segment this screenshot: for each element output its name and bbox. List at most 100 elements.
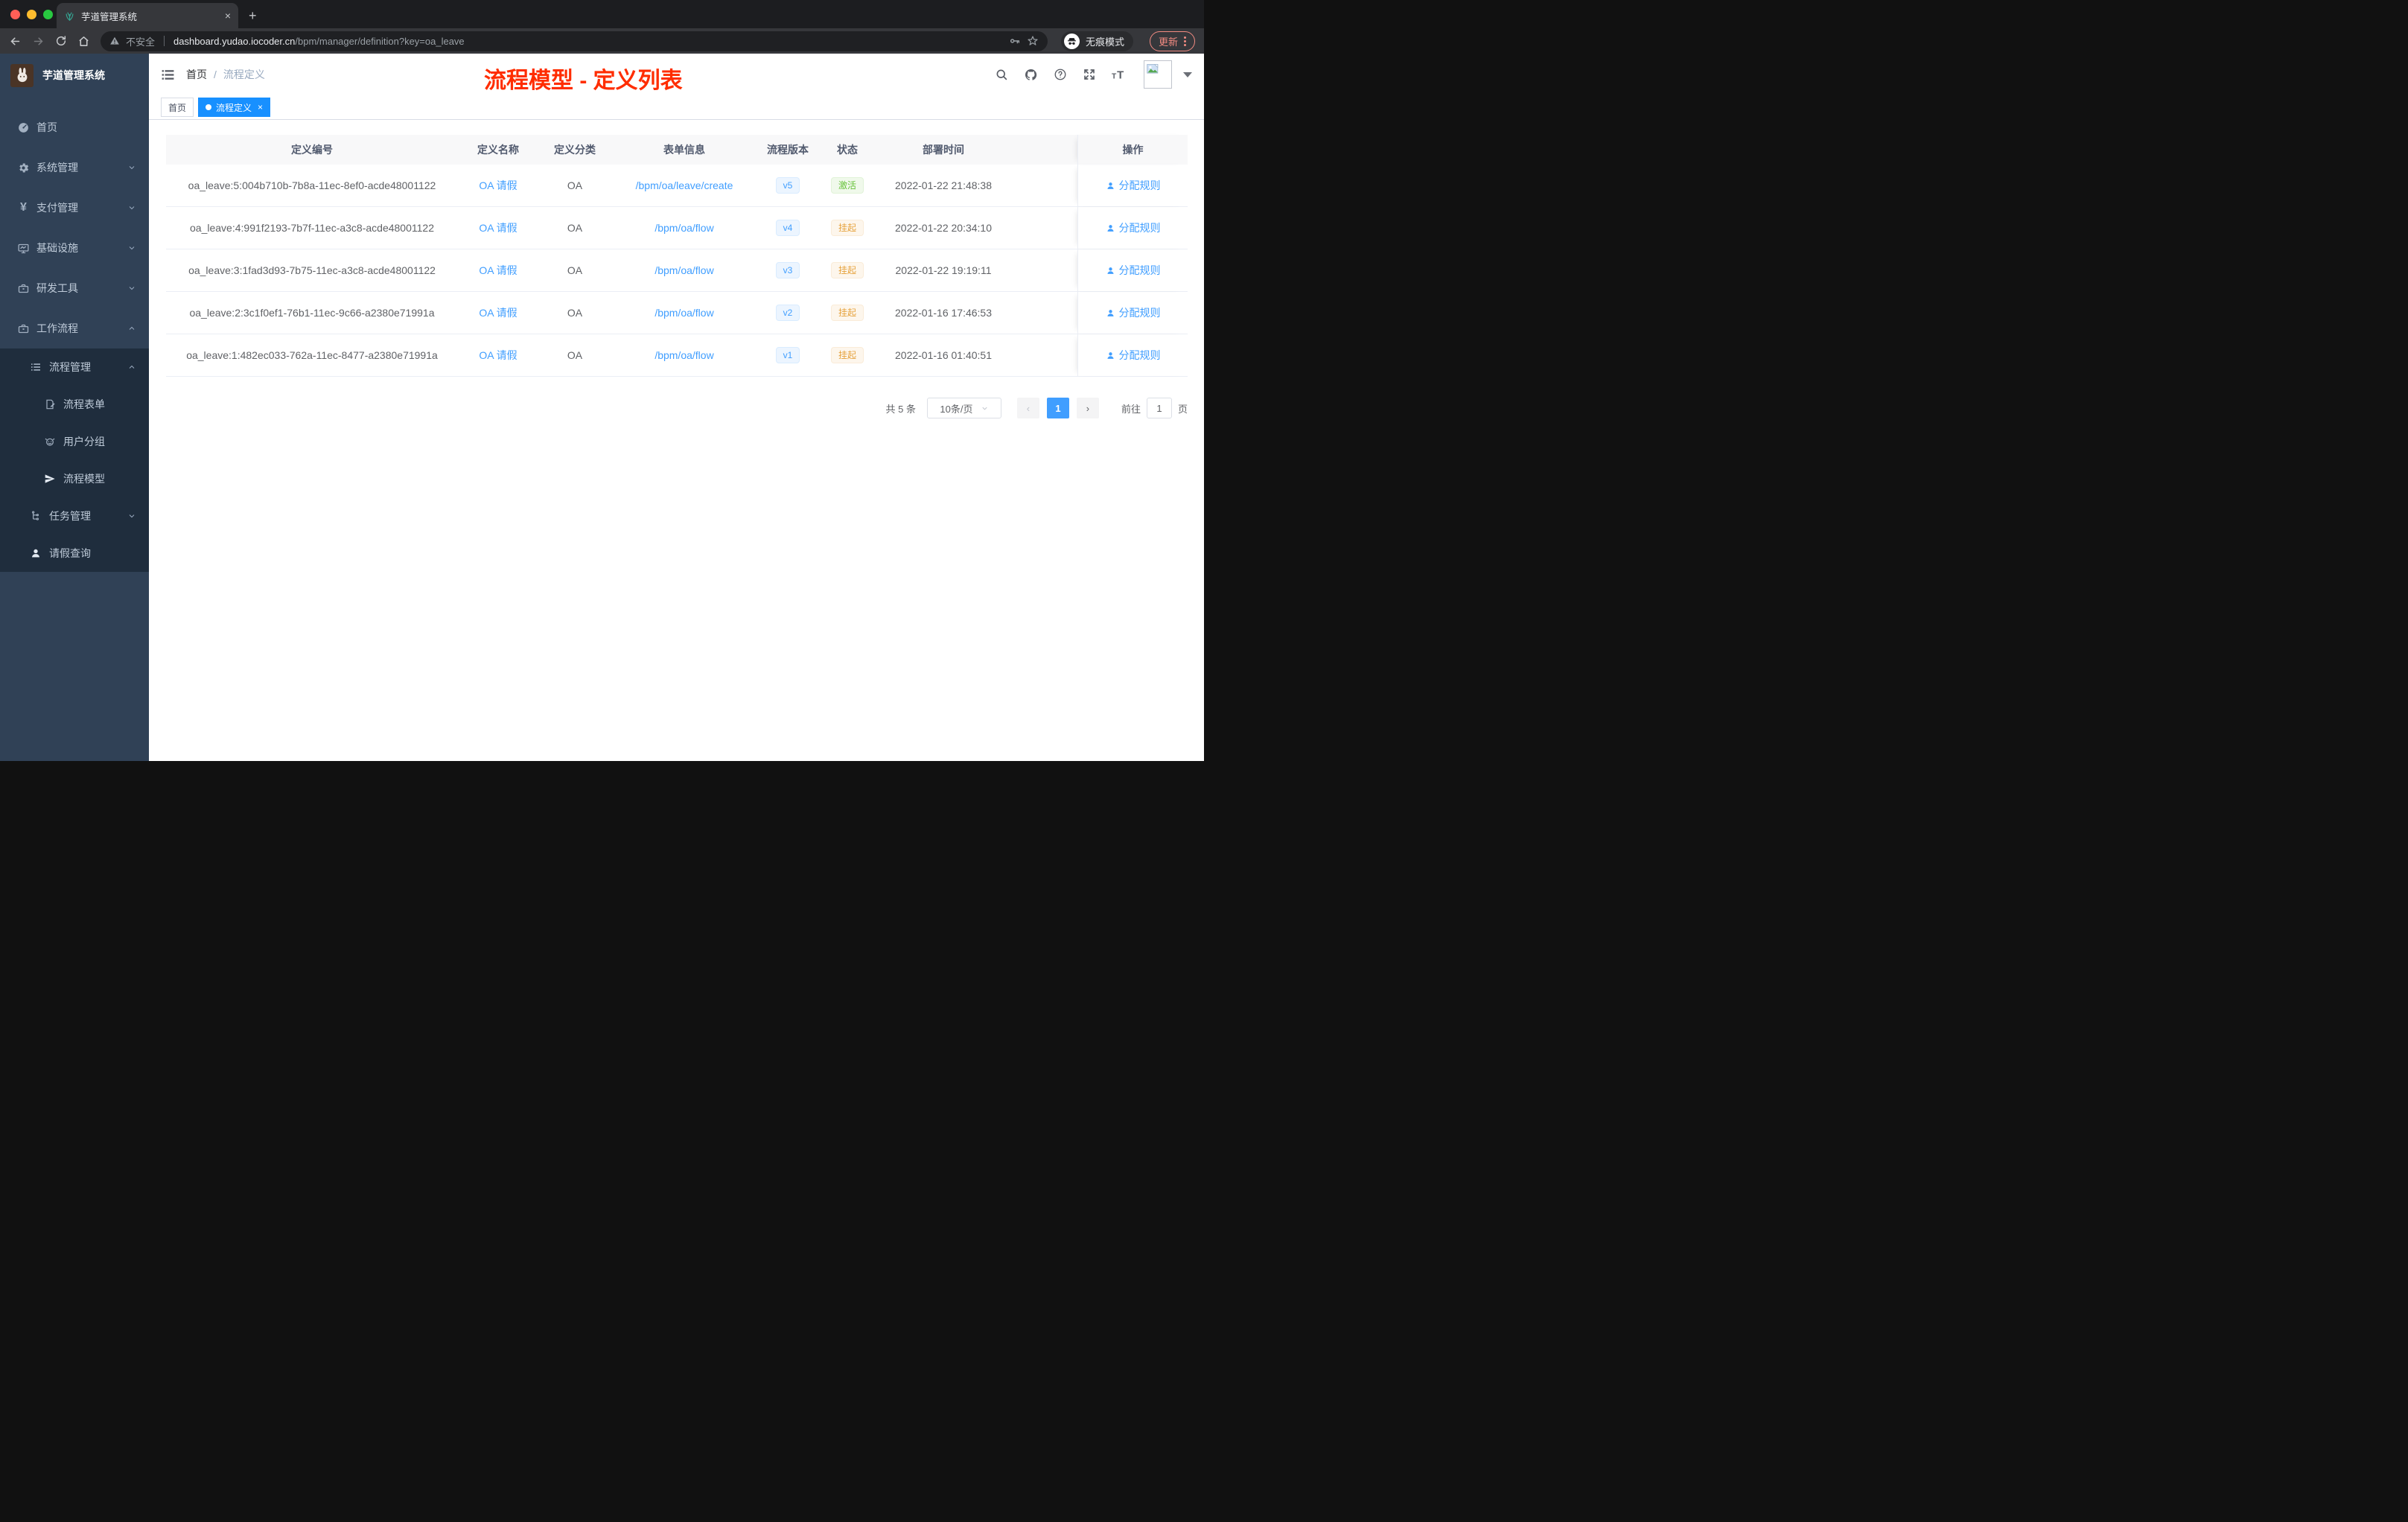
- sidebar-item-home[interactable]: 首页: [0, 107, 149, 147]
- prev-page-button[interactable]: ‹: [1016, 398, 1039, 418]
- sidebar-logo[interactable]: 芋道管理系统: [0, 54, 149, 97]
- incognito-badge: 无痕模式: [1060, 31, 1133, 51]
- gear-icon: [17, 162, 30, 174]
- tag-process-definition[interactable]: 流程定义 ×: [198, 98, 271, 117]
- sidebar-item-task-mgmt[interactable]: 任务管理: [0, 497, 149, 535]
- forward-icon[interactable]: [32, 35, 45, 48]
- reload-icon[interactable]: [55, 35, 67, 47]
- search-icon[interactable]: [995, 68, 1008, 81]
- address-bar[interactable]: 不安全 dashboard.yudao.iocoder.cn/bpm/manag…: [101, 31, 1048, 51]
- sidebar-item-label: 流程管理: [49, 361, 91, 373]
- caret-down-icon[interactable]: [1183, 71, 1192, 77]
- form-link[interactable]: /bpm/oa/flow: [654, 307, 713, 319]
- security-label[interactable]: 不安全: [126, 34, 155, 48]
- user-icon: [1106, 224, 1114, 232]
- text-size-icon[interactable]: TT: [1112, 68, 1128, 82]
- tag-home[interactable]: 首页: [161, 98, 194, 117]
- deploy-time: 2022-01-16 01:40:51: [895, 349, 992, 361]
- assign-rule-link[interactable]: 分配规则: [1106, 220, 1161, 235]
- table-row: oa_leave:4:991f2193-7b7f-11ec-a3c8-acde4…: [166, 207, 1188, 249]
- form-link[interactable]: /bpm/oa/flow: [654, 349, 713, 361]
- chevron-up-icon: [127, 363, 136, 372]
- sidebar-item-process-form[interactable]: 流程表单: [0, 386, 149, 423]
- user-icon: [1106, 309, 1114, 316]
- sidebar-item-system[interactable]: 系统管理: [0, 147, 149, 188]
- update-button[interactable]: 更新: [1149, 31, 1195, 51]
- page-size-select[interactable]: 10条/页: [926, 398, 1001, 418]
- yen-icon: ¥: [20, 201, 27, 214]
- url-host: dashboard.yudao.iocoder.cn: [173, 35, 296, 47]
- goto-page-input[interactable]: [1146, 398, 1172, 418]
- sidebar-menu: 首页 系统管理 ¥ 支付管理 基础设施 研发工具 工作流程 流程管理 流程表单 …: [0, 97, 149, 572]
- window-controls[interactable]: [10, 10, 53, 19]
- svg-text:T: T: [1117, 69, 1124, 82]
- assign-rule-link[interactable]: 分配规则: [1106, 263, 1161, 278]
- definition-id: oa_leave:1:482ec033-762a-11ec-8477-a2380…: [186, 349, 438, 361]
- sidebar-item-devtools[interactable]: 研发工具: [0, 268, 149, 308]
- close-window-button[interactable]: [10, 10, 20, 19]
- sidebar-item-label: 用户分组: [63, 436, 105, 448]
- col-header-id: 定义编号: [291, 144, 333, 156]
- definition-name-link[interactable]: OA 请假: [479, 179, 517, 191]
- back-icon[interactable]: [9, 35, 22, 48]
- page-size-value: 10条/页: [940, 403, 973, 415]
- form-link[interactable]: /bpm/oa/leave/create: [636, 179, 733, 191]
- definition-name-link[interactable]: OA 请假: [479, 264, 517, 276]
- breadcrumb-home[interactable]: 首页: [186, 67, 207, 82]
- zoom-window-button[interactable]: [43, 10, 53, 19]
- deploy-time: 2022-01-22 19:19:11: [895, 264, 992, 276]
- help-question-icon[interactable]: [1054, 68, 1067, 81]
- sidebar-item-payment[interactable]: ¥ 支付管理: [0, 188, 149, 228]
- github-icon[interactable]: [1024, 68, 1038, 82]
- home-icon[interactable]: [77, 35, 90, 48]
- user-avatar[interactable]: [1144, 60, 1172, 89]
- browser-menu-dots-icon[interactable]: [1184, 36, 1186, 46]
- assign-rule-link[interactable]: 分配规则: [1106, 348, 1161, 363]
- page-number-current[interactable]: 1: [1046, 398, 1069, 418]
- sidebar-item-leave-query[interactable]: 请假查询: [0, 535, 149, 572]
- dashboard-icon: [17, 121, 30, 134]
- omnibox-divider: [164, 36, 165, 46]
- annotation-title: 流程模型 - 定义列表: [484, 69, 683, 93]
- tree-icon: [30, 510, 42, 522]
- breadcrumb: 首页 / 流程定义: [186, 67, 265, 82]
- form-link[interactable]: /bpm/oa/flow: [654, 222, 713, 234]
- definition-name-link[interactable]: OA 请假: [479, 349, 517, 361]
- sidebar-item-label: 流程模型: [63, 473, 105, 485]
- sidebar-item-label: 系统管理: [36, 162, 78, 173]
- tab-close-icon[interactable]: ×: [225, 10, 231, 22]
- sidebar-item-process-model[interactable]: 流程模型: [0, 460, 149, 497]
- definition-name-link[interactable]: OA 请假: [479, 222, 517, 234]
- tag-label: 流程定义: [216, 102, 252, 113]
- tag-close-icon[interactable]: ×: [258, 102, 263, 112]
- definition-id: oa_leave:3:1fad3d93-7b75-11ec-a3c8-acde4…: [188, 264, 436, 276]
- deploy-time: 2022-01-22 20:34:10: [895, 222, 992, 234]
- sidebar-item-process-mgmt[interactable]: 流程管理: [0, 348, 149, 386]
- form-link[interactable]: /bpm/oa/flow: [654, 264, 713, 276]
- breadcrumb-current: 流程定义: [223, 69, 265, 80]
- new-tab-button[interactable]: +: [249, 8, 257, 24]
- browser-tab[interactable]: 芋道管理系统 ×: [57, 3, 238, 28]
- sidebar-toggle-hamburger-icon[interactable]: [161, 68, 175, 82]
- col-header-status: 状态: [837, 144, 858, 156]
- pagination: 共 5 条 10条/页 ‹ 1 › 前往 页: [166, 398, 1188, 418]
- logo-avatar: [10, 63, 34, 87]
- sidebar-item-workflow[interactable]: 工作流程: [0, 308, 149, 348]
- sidebar-item-user-group[interactable]: 用户分组: [0, 423, 149, 460]
- active-tag-dot: [206, 104, 212, 110]
- assign-rule-link[interactable]: 分配规则: [1106, 305, 1161, 320]
- password-key-icon[interactable]: [1009, 35, 1021, 47]
- next-page-button[interactable]: ›: [1076, 398, 1099, 418]
- pagination-total: 共 5 条: [885, 403, 916, 415]
- minimize-window-button[interactable]: [27, 10, 36, 19]
- assign-rule-link[interactable]: 分配规则: [1106, 178, 1161, 193]
- sidebar-item-infra[interactable]: 基础设施: [0, 228, 149, 268]
- definition-name-link[interactable]: OA 请假: [479, 307, 517, 319]
- fullscreen-icon[interactable]: [1083, 68, 1096, 81]
- incognito-icon: [1063, 33, 1080, 49]
- url-text[interactable]: dashboard.yudao.iocoder.cn/bpm/manager/d…: [173, 36, 465, 47]
- sidebar-item-label: 研发工具: [36, 282, 78, 294]
- sidebar-item-label: 流程表单: [63, 398, 105, 410]
- bookmark-star-icon[interactable]: [1027, 35, 1039, 47]
- table-row: oa_leave:5:004b710b-7b8a-11ec-8ef0-acde4…: [166, 165, 1188, 207]
